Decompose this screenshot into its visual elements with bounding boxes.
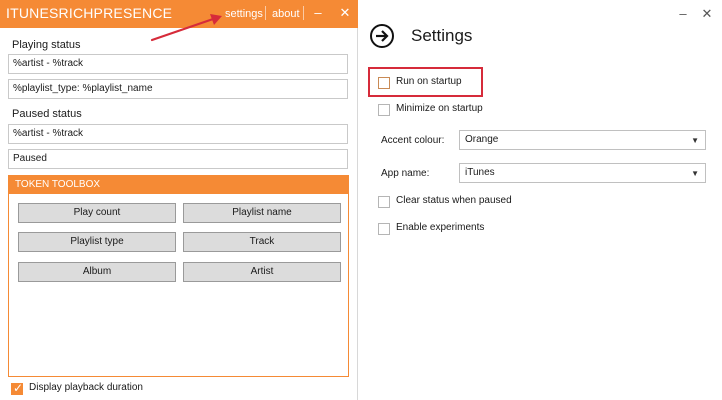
settings-panel: Settings ‒ ✕ Run on startup Minimize on … [362, 0, 722, 400]
playing-status-label: Playing status [12, 39, 81, 51]
display-playback-duration-label: Display playback duration [29, 382, 143, 393]
playing-status-line1-input[interactable]: %artist - %track [8, 54, 348, 74]
accent-colour-select[interactable]: Orange ▼ [459, 130, 706, 150]
panel-minimize-button[interactable]: ‒ [674, 5, 692, 23]
accent-colour-value: Orange [465, 134, 499, 145]
checkmark-icon: ✓ [13, 381, 24, 395]
chevron-down-icon: ▼ [691, 136, 699, 145]
annotation-arrow-icon [150, 14, 222, 42]
chevron-down-icon: ▼ [691, 169, 699, 178]
checkbox-box: ✓ [11, 381, 24, 395]
back-button[interactable] [370, 24, 394, 48]
checkbox-box [378, 223, 390, 235]
token-play-count-button[interactable]: Play count [18, 203, 176, 223]
title-separator [303, 6, 304, 20]
minimize-button[interactable]: ‒ [308, 3, 328, 23]
annotation-highlight-box [368, 67, 483, 97]
app-name-select[interactable]: iTunes ▼ [459, 163, 706, 183]
clear-status-when-paused-label: Clear status when paused [396, 195, 512, 206]
token-artist-button[interactable]: Artist [183, 262, 341, 282]
settings-title: Settings [411, 26, 473, 45]
token-playlist-type-button[interactable]: Playlist type [18, 232, 176, 252]
accent-colour-label: Accent colour: [381, 135, 445, 146]
checkbox-box [378, 104, 390, 116]
about-link[interactable]: about [272, 8, 300, 20]
token-toolbox-header: TOKEN TOOLBOX [9, 176, 348, 194]
app-name-value: iTunes [465, 167, 495, 178]
title-separator [265, 6, 266, 20]
main-window: ITUNESRICHPRESENCE settings about ‒ ✕ Pl… [0, 0, 358, 400]
arrow-right-circle-icon [376, 30, 389, 42]
panel-close-button[interactable]: ✕ [698, 5, 716, 23]
settings-link[interactable]: settings [225, 8, 263, 20]
close-button[interactable]: ✕ [335, 3, 355, 23]
minimize-on-startup-label: Minimize on startup [396, 103, 483, 114]
enable-experiments-label: Enable experiments [396, 222, 485, 233]
token-track-button[interactable]: Track [183, 232, 341, 252]
checkbox-box [378, 196, 390, 208]
token-album-button[interactable]: Album [18, 262, 176, 282]
paused-status-line2-input[interactable]: Paused [8, 149, 348, 169]
paused-status-line1-input[interactable]: %artist - %track [8, 124, 348, 144]
paused-status-label: Paused status [12, 108, 82, 120]
app-name-label: App name: [381, 168, 430, 179]
playing-status-line2-input[interactable]: %playlist_type: %playlist_name [8, 79, 348, 99]
token-toolbox: TOKEN TOOLBOX Play count Playlist name P… [8, 175, 349, 377]
token-playlist-name-button[interactable]: Playlist name [183, 203, 341, 223]
